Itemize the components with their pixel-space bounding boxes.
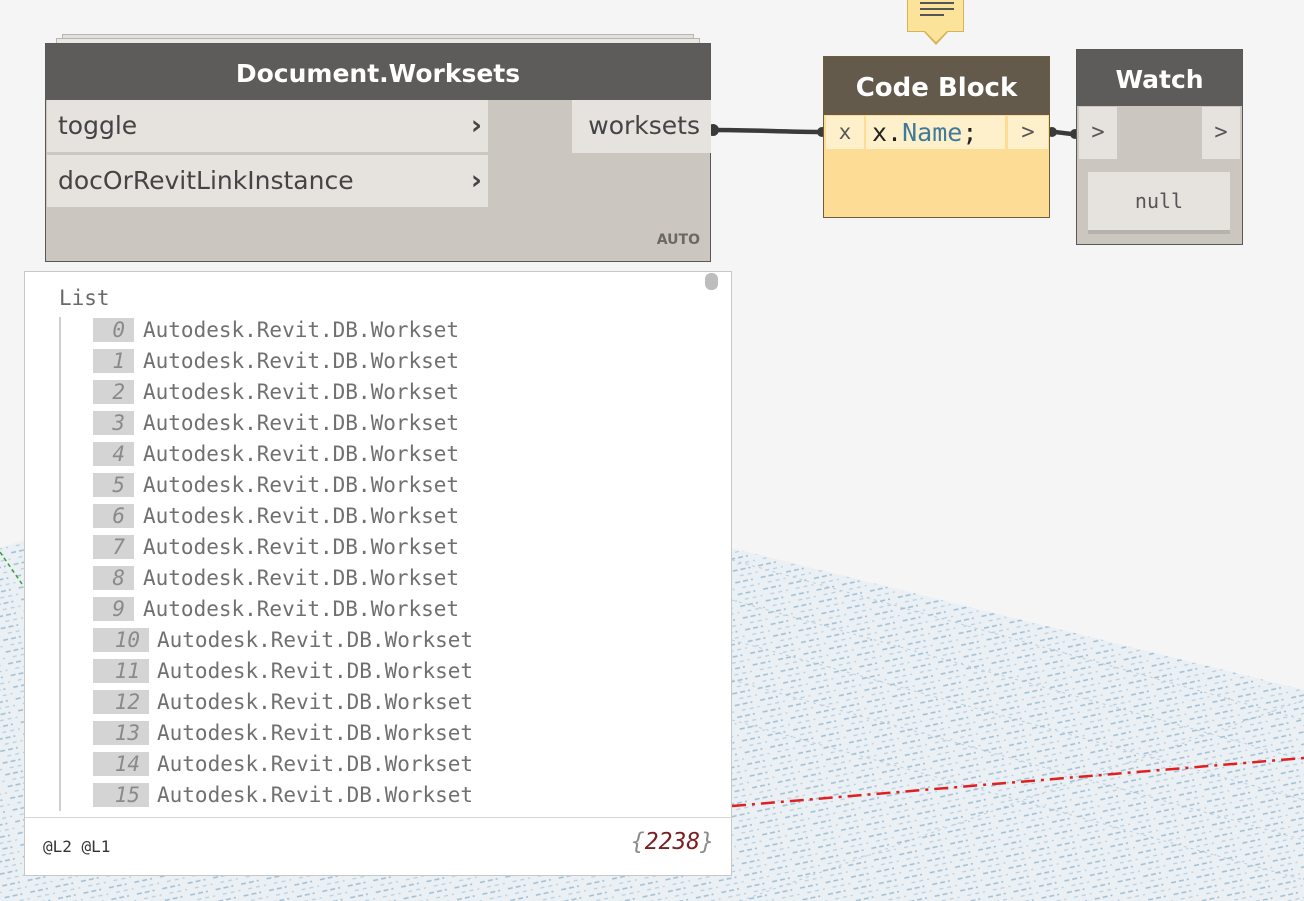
code-block-node[interactable]: Code Block x x.Name; > [823,56,1050,218]
list-item-value: Autodesk.Revit.DB.Workset [143,318,460,342]
divider [25,817,731,818]
output-port-worksets[interactable]: worksets [572,100,711,153]
list-item-index: 10 [93,628,149,652]
node-preview-bubble[interactable]: List @L2 @L1 {2238} 0 Autodesk.Revit.DB.W… [24,271,732,876]
list-item-value: Autodesk.Revit.DB.Workset [143,566,460,590]
list-item-index: 11 [93,659,149,683]
list-item-index: 7 [93,535,134,559]
list-item-value: Autodesk.Revit.DB.Workset [143,597,460,621]
port-label: docOrRevitLinkInstance [58,166,354,195]
list-item-index: 0 [93,318,134,342]
note-pointer-fill [925,31,947,42]
list-item-index: 2 [93,380,134,404]
list-item-value: Autodesk.Revit.DB.Workset [157,659,474,683]
watch-value: null [1088,172,1230,230]
list-item-index: 13 [93,721,149,745]
watch-value-shadow [1088,230,1230,234]
list-item-index: 14 [93,752,149,776]
code-editor[interactable]: x.Name; [866,116,1005,149]
list-levels[interactable]: @L2 @L1 [43,837,110,856]
list-item-value: Autodesk.Revit.DB.Workset [143,535,460,559]
watch-node[interactable]: Watch > > null [1076,49,1243,245]
list-item-value: Autodesk.Revit.DB.Workset [157,690,474,714]
output-port[interactable]: > [1202,107,1240,159]
list-item-index: 3 [93,411,134,435]
document-worksets-node[interactable]: Document.Worksets toggle › docOrRevitLin… [45,43,711,262]
list-item-value: Autodesk.Revit.DB.Workset [143,349,460,373]
list-item-value: Autodesk.Revit.DB.Workset [143,411,460,435]
chevron-right-icon: › [470,110,482,141]
list-item-value: Autodesk.Revit.DB.Workset [143,380,460,404]
list-item-index: 4 [93,442,134,466]
node-title[interactable]: Document.Worksets [46,44,710,100]
list-item-value: Autodesk.Revit.DB.Workset [157,783,474,807]
list-title: List [59,286,110,310]
list-item-value: Autodesk.Revit.DB.Workset [143,442,460,466]
list-item-index: 12 [93,690,149,714]
output-port[interactable]: > [1008,116,1048,149]
list-guide-line [59,317,61,811]
list-item-index: 8 [93,566,134,590]
input-port-x[interactable]: x [826,116,864,149]
list-item-value: Autodesk.Revit.DB.Workset [143,473,460,497]
chevron-right-icon: › [470,165,482,196]
list-item-index: 15 [93,783,149,807]
input-port[interactable]: > [1079,107,1117,159]
list-item-value: Autodesk.Revit.DB.Workset [157,628,474,652]
preview-scrollbar[interactable] [705,273,718,290]
list-item-index: 1 [93,349,134,373]
list-item-value: Autodesk.Revit.DB.Workset [157,752,474,776]
lacing-badge[interactable]: AUTO [657,232,700,248]
note-icon[interactable] [907,0,964,32]
list-item-index: 5 [93,473,134,497]
list-item-index: 9 [93,597,134,621]
list-item-value: Autodesk.Revit.DB.Workset [157,721,474,745]
node-title[interactable]: Code Block [824,57,1049,115]
node-title[interactable]: Watch [1077,50,1242,106]
input-port-toggle[interactable]: toggle › [47,100,488,152]
list-item-value: Autodesk.Revit.DB.Workset [143,504,460,528]
list-item-index: 6 [93,504,134,528]
list-count: {2238} [630,829,714,855]
port-label: toggle [58,111,138,140]
input-port-doc-or-revit-link-instance[interactable]: docOrRevitLinkInstance › [47,155,488,207]
